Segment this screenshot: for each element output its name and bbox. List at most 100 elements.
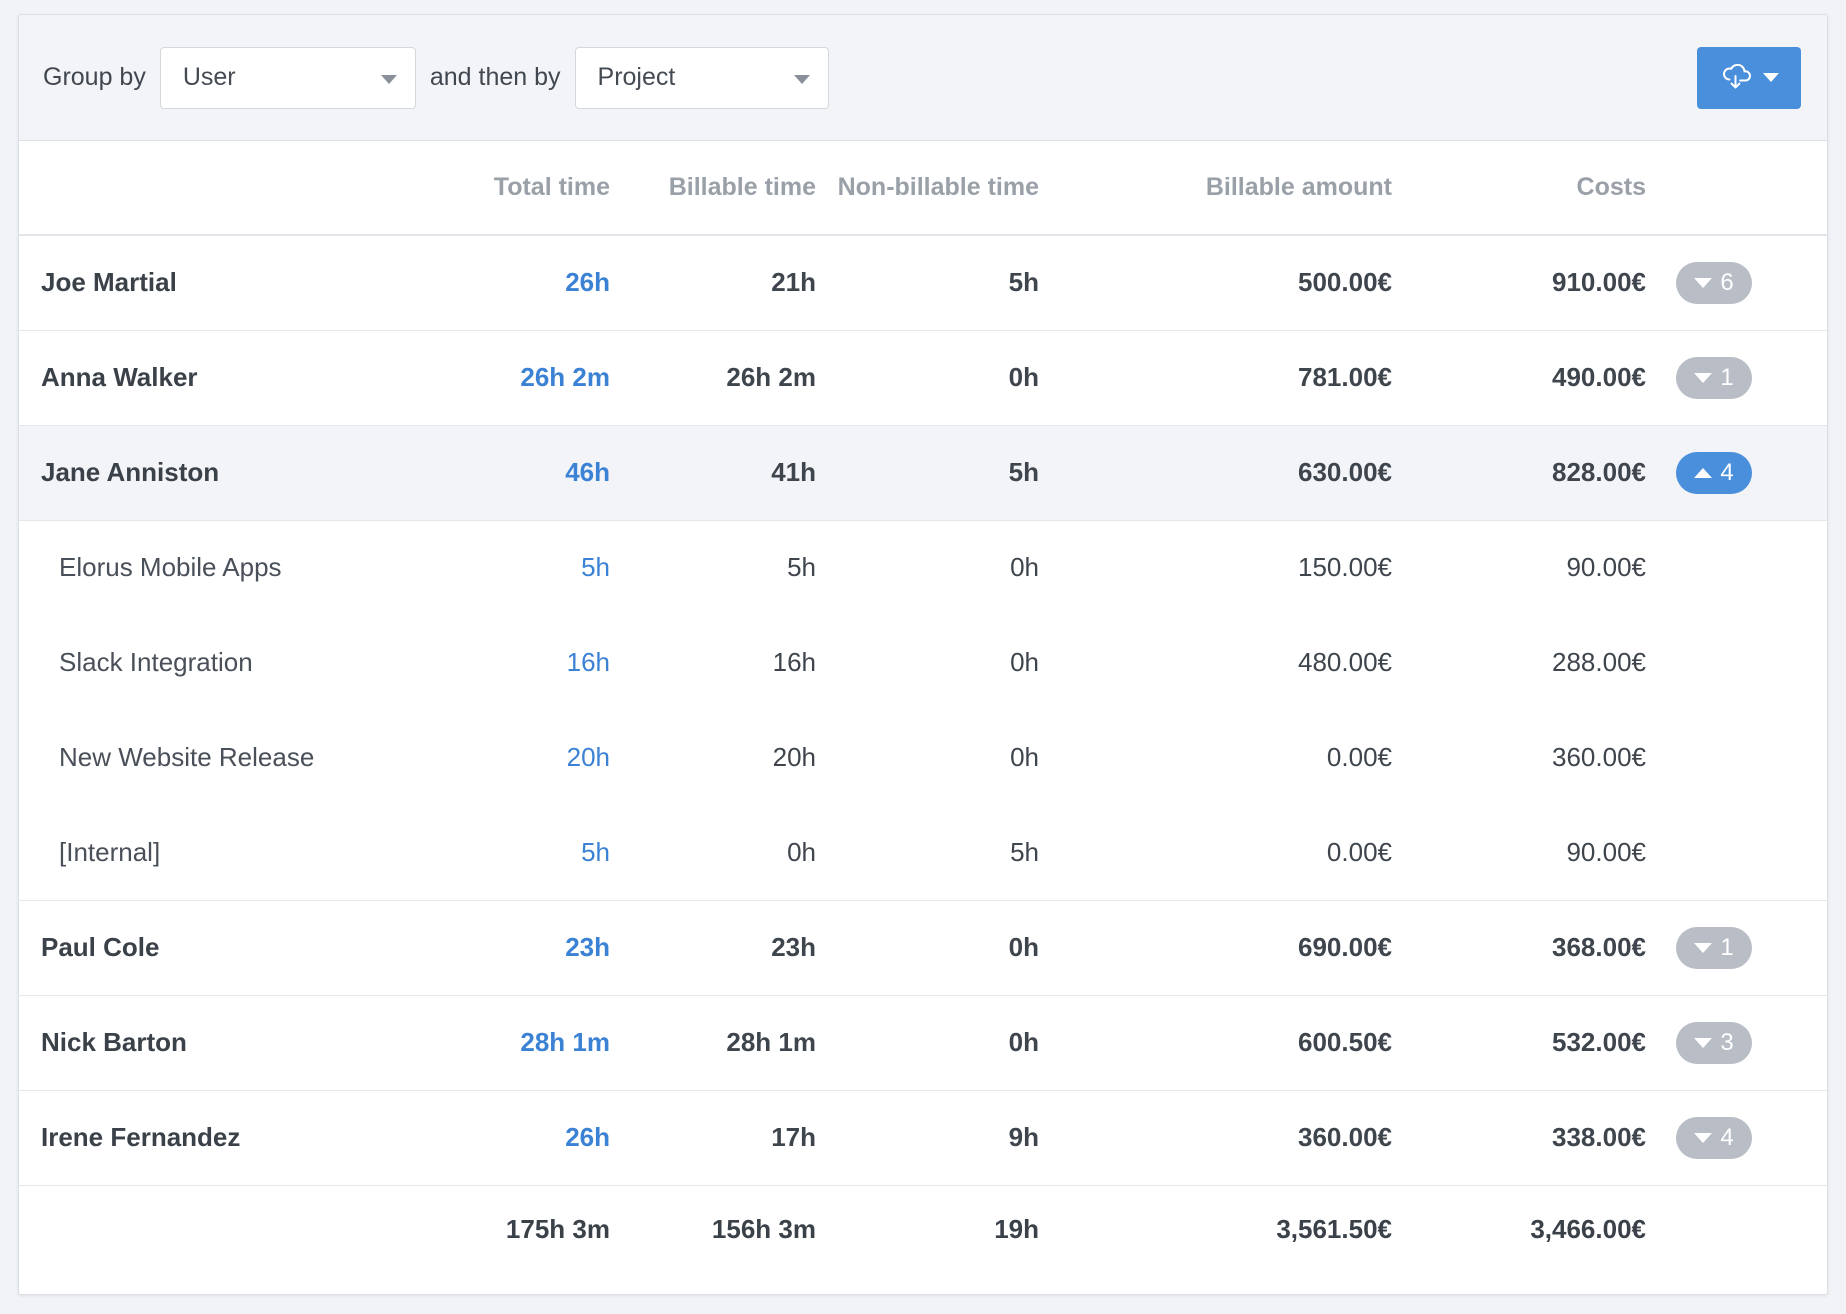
caret-down-icon [1694, 1132, 1713, 1143]
group-billable-amount: 500.00€ [1111, 235, 1406, 331]
chevron-down-icon [380, 74, 397, 84]
child-non-billable-time: 5h [836, 805, 1111, 901]
child-billable-time: 5h [787, 552, 816, 583]
group-name: Paul Cole [19, 900, 469, 996]
expand-group-badge[interactable]: 4 [1676, 1116, 1752, 1159]
table-body: Joe Martial 26h 21h 5h 500.00€ 910.00€ 6 Anna W… [19, 235, 1827, 1273]
group-by-select[interactable]: User [159, 46, 416, 109]
child-count: 3 [1720, 1028, 1734, 1056]
group-non-billable-time: 0h [836, 995, 1111, 1091]
table-row-group[interactable]: Jane Anniston 46h 41h 5h 630.00€ 828.00€ 4 [19, 425, 1827, 521]
child-non-billable-time: 0h [1010, 647, 1039, 677]
group-name: Irene Fernandez [19, 1090, 469, 1186]
group-costs: 368.00€ [1406, 900, 1656, 996]
child-count: 1 [1720, 363, 1734, 391]
child-count: 4 [1720, 458, 1734, 486]
then-by-select[interactable]: Project [574, 46, 829, 109]
chevron-down-icon [793, 74, 810, 84]
group-billable-amount: 690.00€ [1111, 900, 1406, 996]
totals-expand-cell [1656, 1185, 1827, 1273]
group-billable-amount: 360.00€ [1111, 1090, 1406, 1186]
group-costs: 532.00€ [1406, 995, 1656, 1091]
table-row-group[interactable]: Irene Fernandez 26h 17h 9h 360.00€ 338.00€ 4 [19, 1090, 1827, 1186]
child-billable-amount: 0.00€ [1111, 805, 1406, 901]
caret-down-icon [1762, 73, 1779, 82]
group-billable-time: 28h 1m [616, 995, 836, 1091]
group-total-time[interactable]: 26h 2m [469, 330, 616, 426]
group-name: Joe Martial [19, 235, 469, 331]
collapse-group-badge[interactable]: 4 [1676, 451, 1752, 494]
group-non-billable-time: 9h [836, 1090, 1111, 1186]
column-header-name [19, 141, 469, 236]
column-header-billable-amount: Billable amount [1111, 141, 1406, 236]
group-billable-time: 17h [616, 1090, 836, 1186]
then-by-selected-value: Project [597, 63, 676, 91]
table-row-totals: 175h 3m 156h 3m 19h 3,561.50€ 3,466.00€ [19, 1185, 1827, 1273]
table-row-group[interactable]: Nick Barton 28h 1m 28h 1m 0h 600.50€ 532.00€ 3 [19, 995, 1827, 1091]
table-row-child[interactable]: Elorus Mobile Apps 5h 5h 0h 150.00€ 90.00€ [19, 520, 1827, 615]
caret-down-icon [1694, 942, 1713, 953]
export-download-button[interactable] [1697, 46, 1801, 109]
group-name: Anna Walker [19, 330, 469, 426]
expand-group-badge[interactable]: 1 [1676, 356, 1752, 399]
expand-cell: 4 [1656, 1090, 1827, 1186]
group-billable-time: 21h [616, 235, 836, 331]
child-billable-time: 0h [616, 805, 836, 901]
column-header-costs: Costs [1406, 141, 1656, 236]
table-header: Total time Billable time Non-billable ti… [19, 141, 1827, 236]
child-billable-time: 16h [772, 647, 816, 677]
table-row-group[interactable]: Anna Walker 26h 2m 26h 2m 0h 781.00€ 490.00€ 1 [19, 330, 1827, 426]
child-name: New Website Release [59, 742, 315, 772]
expand-group-badge[interactable]: 1 [1676, 926, 1752, 969]
group-non-billable-time: 5h [836, 425, 1111, 521]
child-count: 1 [1720, 933, 1734, 961]
header-row: Total time Billable time Non-billable ti… [19, 141, 1827, 236]
group-costs: 828.00€ [1406, 425, 1656, 521]
caret-down-icon [1694, 1037, 1713, 1048]
totals-label [19, 1185, 469, 1273]
group-billable-time: 23h [616, 900, 836, 996]
group-billable-time: 41h [616, 425, 836, 521]
child-costs: 90.00€ [1406, 805, 1656, 901]
group-non-billable-time: 0h [836, 330, 1111, 426]
group-total-time[interactable]: 26h [469, 1090, 616, 1186]
child-total-time[interactable]: 5h [469, 805, 616, 901]
table-row-group[interactable]: Joe Martial 26h 21h 5h 500.00€ 910.00€ 6 [19, 235, 1827, 331]
child-costs: 360.00€ [1552, 742, 1646, 772]
expand-cell: 4 [1656, 425, 1827, 521]
cloud-download-icon [1722, 63, 1751, 88]
group-total-time[interactable]: 26h [469, 235, 616, 331]
group-costs: 490.00€ [1406, 330, 1656, 426]
child-total-time[interactable]: 16h [469, 615, 616, 710]
group-non-billable-time: 0h [836, 900, 1111, 996]
group-by-selected-value: User [182, 63, 236, 91]
group-by-label: Group by [43, 63, 146, 91]
totals-costs: 3,466.00€ [1530, 1213, 1646, 1244]
child-expand-cell [1656, 615, 1827, 710]
group-billable-amount: 600.50€ [1111, 995, 1406, 1091]
group-total-time[interactable]: 28h 1m [469, 995, 616, 1091]
table-row-child[interactable]: New Website Release 20h 20h 0h 0.00€ 360.00€ [19, 710, 1827, 805]
time-report-table: Total time Billable time Non-billable ti… [19, 141, 1827, 1273]
child-billable-amount: 150.00€ [1298, 552, 1392, 583]
caret-down-icon [1694, 277, 1713, 288]
totals-billable-time: 156h 3m [711, 1213, 816, 1244]
child-count: 4 [1720, 1123, 1734, 1151]
group-total-time[interactable]: 23h [469, 900, 616, 996]
expand-cell: 1 [1656, 330, 1827, 426]
group-costs: 338.00€ [1406, 1090, 1656, 1186]
column-header-billable-time: Billable time [616, 141, 836, 236]
group-total-time[interactable]: 46h [469, 425, 616, 521]
column-header-total-time: Total time [469, 141, 616, 236]
child-total-time[interactable]: 20h [469, 710, 616, 805]
expand-group-badge[interactable]: 3 [1676, 1021, 1752, 1064]
report-card: Group by User and then by Project Total … [18, 14, 1828, 1295]
child-total-time[interactable]: 5h [469, 520, 616, 615]
table-row-group[interactable]: Paul Cole 23h 23h 0h 690.00€ 368.00€ 1 [19, 900, 1827, 996]
expand-group-badge[interactable]: 6 [1676, 261, 1752, 304]
table-row-child[interactable]: [Internal] 5h 0h 5h 0.00€ 90.00€ [19, 805, 1827, 901]
expand-cell: 6 [1656, 235, 1827, 331]
table-row-child[interactable]: Slack Integration 16h 16h 0h 480.00€ 288.00€ [19, 615, 1827, 710]
group-non-billable-time: 5h [836, 235, 1111, 331]
child-count: 6 [1720, 268, 1734, 296]
